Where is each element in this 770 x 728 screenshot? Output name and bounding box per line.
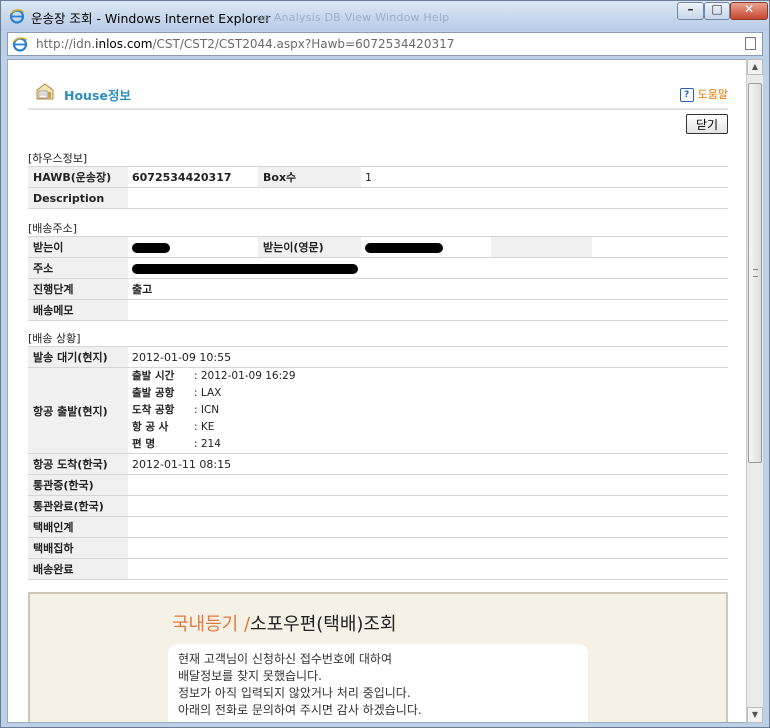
table-row: 통관완료(한국) bbox=[28, 495, 728, 517]
address-bar[interactable]: http://idn.inlos.com/CST/CST2/CST2044.as… bbox=[7, 32, 763, 56]
notice-line: 현재 고객님이 신청하신 접수번호에 대하여 bbox=[178, 652, 392, 666]
address-label: 주소 bbox=[28, 257, 128, 279]
departure-details: 출발 시간: 2012-01-09 16:29 출발 공항: LAX 도착 공항… bbox=[128, 367, 728, 454]
table-row: 배송메모 bbox=[28, 299, 728, 321]
maximize-button[interactable]: □ bbox=[704, 2, 730, 20]
description-value bbox=[128, 187, 728, 209]
status-section-title: [배송 상황] bbox=[28, 332, 81, 345]
notice-heading: 국내등기 /소포우편(택배)조회 bbox=[172, 614, 397, 635]
page-header: House정보 ? 도움말 bbox=[28, 80, 728, 110]
table-row: 항공 출발(현지) 출발 시간: 2012-01-09 16:29 출발 공항:… bbox=[28, 367, 728, 454]
title-bar[interactable]: 운송장 조회 - Windows Internet Explorer ue An… bbox=[1, 1, 769, 31]
help-label[interactable]: 도움말 bbox=[698, 88, 728, 101]
status-table: 발송 대기(현지) 2012-01-09 10:55 항공 출발(현지) 출발 … bbox=[28, 346, 728, 580]
status-label: 배송완료 bbox=[28, 558, 128, 580]
close-icon: ✕ bbox=[743, 2, 755, 16]
table-row: 배송완료 bbox=[28, 558, 728, 580]
status-value: 2012-01-11 08:15 bbox=[128, 453, 728, 475]
redacted-text bbox=[365, 242, 443, 253]
receiver-value bbox=[128, 236, 258, 258]
status-value bbox=[128, 558, 728, 580]
redacted-text bbox=[132, 242, 170, 253]
status-value bbox=[128, 516, 728, 538]
house-info-icon bbox=[36, 83, 54, 100]
status-value bbox=[128, 474, 728, 496]
memo-value bbox=[128, 299, 728, 321]
status-label: 택배집하 bbox=[28, 537, 128, 559]
description-label: Description bbox=[28, 187, 128, 209]
empty-cell bbox=[491, 236, 592, 258]
background-menu-ghost: ue Analysis DB View Window Help bbox=[256, 11, 450, 24]
table-row: 받는이 받는이(영문) bbox=[28, 236, 728, 258]
redacted-text bbox=[132, 263, 358, 274]
empty-cell bbox=[592, 236, 728, 258]
status-label: 통관중(한국) bbox=[28, 474, 128, 496]
address-table: 받는이 받는이(영문) 주소 진행단계 출고 배송메모 bbox=[28, 236, 728, 321]
ie-icon bbox=[9, 9, 25, 24]
page-icon[interactable] bbox=[745, 37, 756, 50]
close-button[interactable]: 닫기 bbox=[686, 114, 728, 134]
notice-line: 정보가 아직 입력되지 않았거나 처리 중입니다. bbox=[178, 686, 411, 700]
scroll-up-icon[interactable]: ▲ bbox=[747, 59, 763, 75]
departure-detail-row: 도착 공항: ICN bbox=[132, 404, 220, 416]
receiver-label: 받는이 bbox=[28, 236, 128, 258]
table-row: HAWB(운송장) 6072534420317 Box수 1 bbox=[28, 166, 728, 188]
ie-icon bbox=[12, 37, 28, 52]
post-tracking-notice: 국내등기 /소포우편(택배)조회 현재 고객님이 신청하신 접수번호에 대하여 … bbox=[28, 592, 728, 722]
notice-line: 아래의 전화로 문의하여 주시면 감사 하겠습니다. bbox=[178, 703, 422, 717]
status-label: 택배인계 bbox=[28, 516, 128, 538]
window-title: 운송장 조회 - Windows Internet Explorer bbox=[31, 11, 271, 26]
minimize-icon: – bbox=[687, 2, 694, 16]
table-row: 항공 도착(한국) 2012-01-11 08:15 bbox=[28, 453, 728, 475]
help-link[interactable]: ? 도움말 bbox=[679, 86, 728, 102]
vertical-scrollbar[interactable]: ▲ ▼ bbox=[746, 59, 763, 723]
departure-detail-row: 편 명: 214 bbox=[132, 438, 221, 450]
table-row: Description bbox=[28, 187, 728, 209]
status-value bbox=[128, 495, 728, 517]
table-row: 통관중(한국) bbox=[28, 474, 728, 496]
address-section-title: [배송주소] bbox=[28, 222, 78, 235]
stage-value: 출고 bbox=[128, 278, 728, 300]
table-row: 주소 bbox=[28, 257, 728, 279]
stage-label: 진행단계 bbox=[28, 278, 128, 300]
notice-line: 배달정보를 찾지 못했습니다. bbox=[178, 669, 322, 683]
browser-window: 운송장 조회 - Windows Internet Explorer ue An… bbox=[0, 0, 770, 728]
box-count-label: Box수 bbox=[258, 166, 361, 188]
table-row: 택배인계 bbox=[28, 516, 728, 538]
departure-detail-row: 출발 시간: 2012-01-09 16:29 bbox=[132, 370, 296, 382]
address-value bbox=[128, 257, 728, 279]
notice-message-box: 현재 고객님이 신청하신 접수번호에 대하여 배달정보를 찾지 못했습니다. 정… bbox=[168, 644, 588, 722]
scroll-down-icon[interactable]: ▼ bbox=[747, 707, 763, 723]
departure-detail-row: 출발 공항: LAX bbox=[132, 387, 222, 399]
memo-label: 배송메모 bbox=[28, 299, 128, 321]
close-window-button[interactable]: ✕ bbox=[730, 2, 768, 20]
page-title: House정보 bbox=[64, 88, 131, 103]
page-viewport: House정보 ? 도움말 닫기 [하우스정보] HAWB(운송장) 607253… bbox=[7, 59, 747, 723]
status-label: 항공 출발(현지) bbox=[28, 367, 128, 454]
receiver-en-value bbox=[361, 236, 491, 258]
hawb-value: 6072534420317 bbox=[128, 166, 258, 188]
status-value: 2012-01-09 10:55 bbox=[128, 346, 728, 368]
scroll-thumb[interactable] bbox=[748, 83, 762, 463]
status-label: 항공 도착(한국) bbox=[28, 453, 128, 475]
table-row: 발송 대기(현지) 2012-01-09 10:55 bbox=[28, 346, 728, 368]
status-label: 통관완료(한국) bbox=[28, 495, 128, 517]
table-row: 택배집하 bbox=[28, 537, 728, 559]
hawb-label: HAWB(운송장) bbox=[28, 166, 128, 188]
table-row: 진행단계 출고 bbox=[28, 278, 728, 300]
minimize-button[interactable]: – bbox=[677, 2, 704, 20]
url-text: http://idn.inlos.com/CST/CST2/CST2044.as… bbox=[36, 37, 455, 51]
status-label: 발송 대기(현지) bbox=[28, 346, 128, 368]
box-count-value: 1 bbox=[361, 166, 728, 188]
help-icon: ? bbox=[679, 88, 694, 102]
house-info-table: HAWB(운송장) 6072534420317 Box수 1 Descripti… bbox=[28, 166, 728, 209]
status-value bbox=[128, 537, 728, 559]
departure-detail-row: 항 공 사: KE bbox=[132, 421, 215, 433]
house-section-title: [하우스정보] bbox=[28, 152, 88, 165]
receiver-en-label: 받는이(영문) bbox=[258, 236, 361, 258]
maximize-icon: □ bbox=[711, 2, 723, 16]
